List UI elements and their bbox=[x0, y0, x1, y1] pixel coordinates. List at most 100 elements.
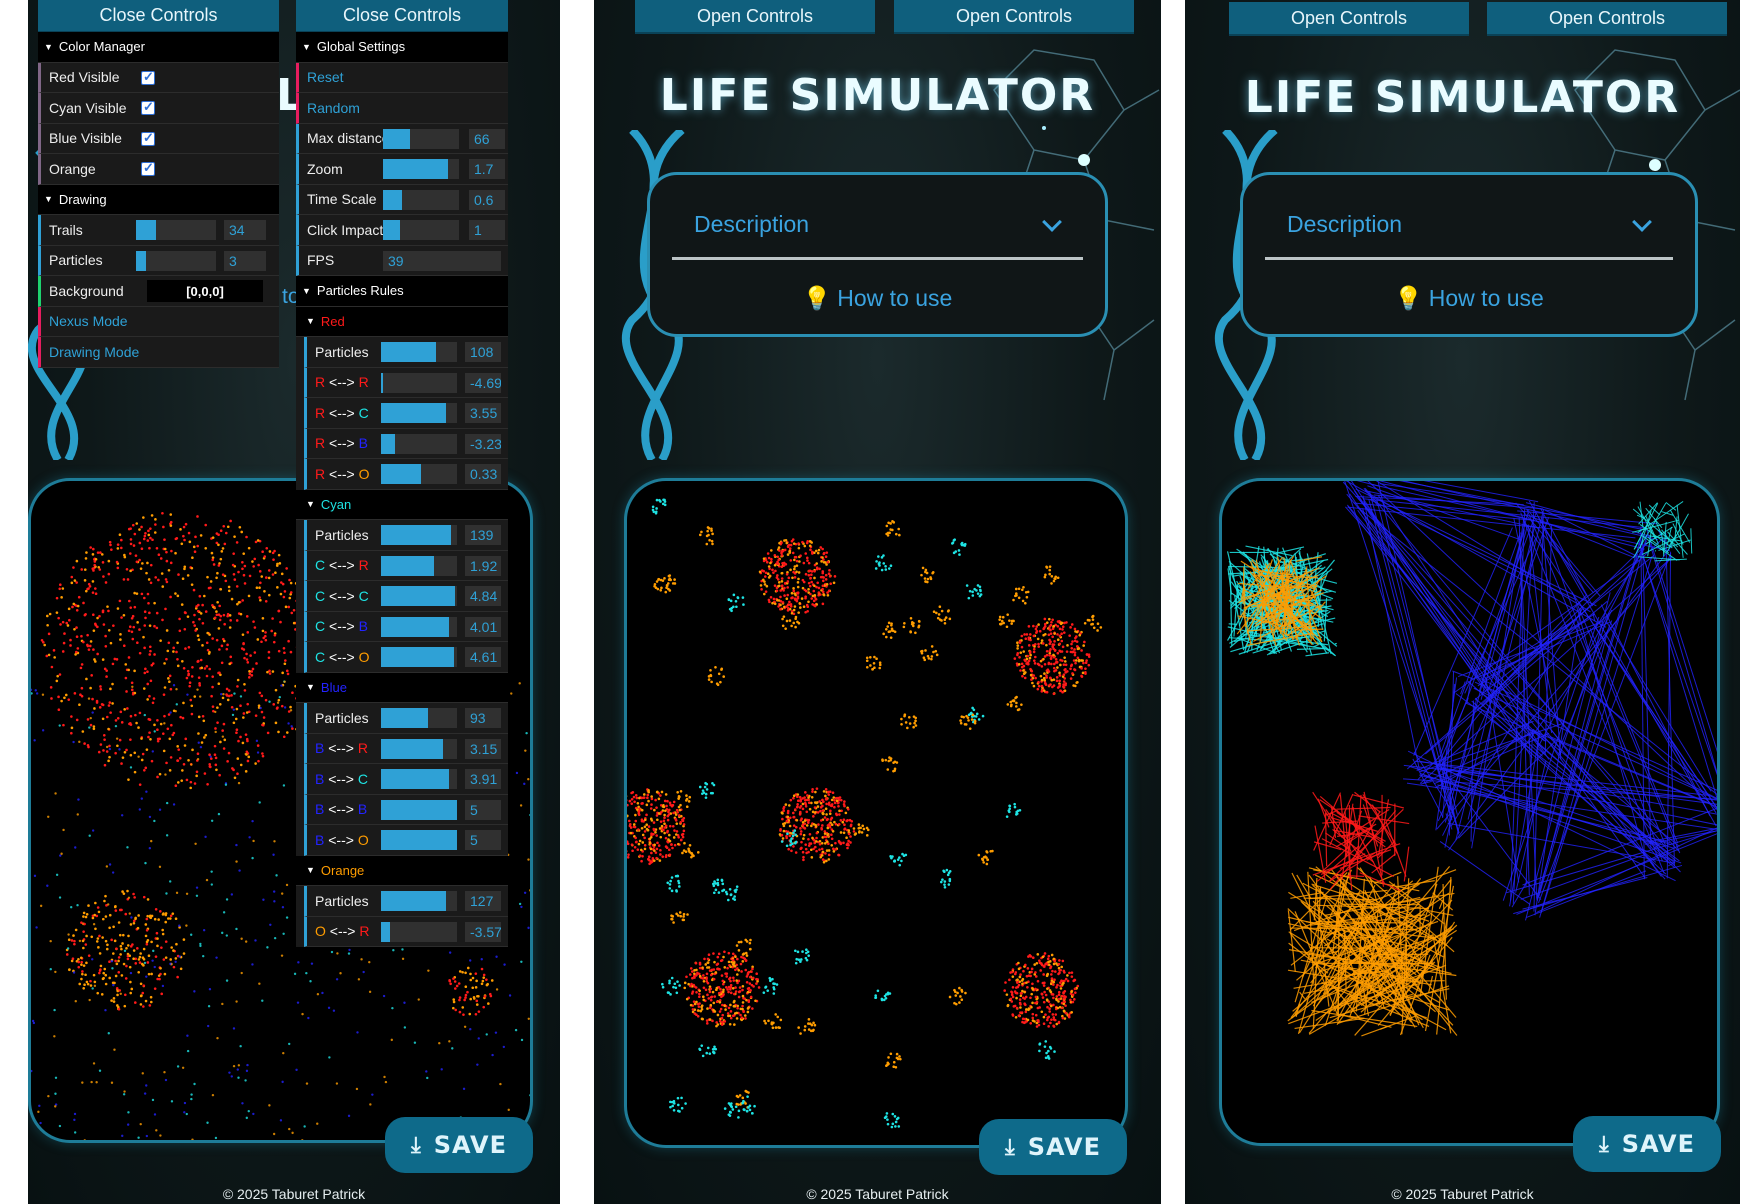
folder-color-manager[interactable]: ▼ Color Manager bbox=[38, 32, 279, 63]
checkbox-row-red[interactable]: Red Visible bbox=[38, 62, 279, 93]
red-visible-checkbox[interactable] bbox=[141, 69, 155, 85]
orange-visible-checkbox[interactable] bbox=[141, 160, 155, 176]
rule-slider[interactable] bbox=[381, 525, 457, 545]
color-row-background[interactable]: Background [0,0,0] bbox=[38, 276, 279, 307]
folder-rules-group[interactable]: ▼ Blue bbox=[296, 672, 508, 703]
description-toggle[interactable]: Description bbox=[1287, 211, 1402, 238]
simulation-canvas[interactable] bbox=[1219, 478, 1720, 1146]
rule-slider[interactable] bbox=[381, 403, 457, 423]
global-slider[interactable] bbox=[383, 159, 459, 179]
drawing-mode-button[interactable]: Drawing Mode bbox=[38, 337, 279, 368]
rule-slider[interactable] bbox=[381, 708, 457, 728]
rule-slider[interactable] bbox=[381, 799, 457, 820]
rule-row[interactable]: R <--> O 0.33 bbox=[304, 459, 508, 490]
slider-row[interactable]: Click Impact 1 bbox=[296, 215, 508, 246]
rule-value[interactable]: 1.92 bbox=[465, 555, 501, 576]
folder-rules-group[interactable]: ▼ Cyan bbox=[296, 489, 508, 520]
trails-value[interactable]: 34 bbox=[224, 220, 266, 240]
open-controls-button-left[interactable]: Open Controls bbox=[635, 0, 875, 34]
rule-value[interactable]: 3.15 bbox=[465, 738, 501, 759]
folder-global-settings[interactable]: ▼ Global Settings bbox=[296, 32, 508, 63]
particles-slider[interactable] bbox=[136, 250, 216, 271]
rule-value[interactable]: 0.33 bbox=[465, 464, 501, 484]
particles-render[interactable] bbox=[627, 481, 1125, 1145]
simulation-canvas[interactable] bbox=[624, 478, 1128, 1148]
blue-visible-checkbox[interactable] bbox=[141, 130, 155, 146]
rule-value[interactable]: -3.23 bbox=[465, 433, 501, 454]
rule-value[interactable]: 108 bbox=[465, 342, 501, 362]
reset-button[interactable]: Reset bbox=[296, 62, 508, 93]
rule-value[interactable]: 5 bbox=[465, 799, 501, 820]
rule-value[interactable]: -3.57 bbox=[465, 921, 501, 942]
rule-value[interactable]: 93 bbox=[465, 708, 501, 728]
slider-value[interactable]: 1.7 bbox=[469, 159, 505, 179]
folder-rules-group[interactable]: ▼ Red bbox=[296, 306, 508, 337]
trails-slider[interactable] bbox=[136, 220, 216, 240]
close-controls-button[interactable]: Close Controls bbox=[296, 0, 508, 32]
chevron-down-icon[interactable] bbox=[1042, 212, 1062, 232]
how-to-use-link[interactable]: 💡 How to use bbox=[1243, 285, 1695, 312]
save-button[interactable]: ⤓ SAVE bbox=[979, 1119, 1127, 1175]
checkbox-row-orange[interactable]: Orange bbox=[38, 154, 279, 185]
slider-row[interactable]: Zoom 1.7 bbox=[296, 154, 508, 185]
checkbox-row-blue[interactable]: Blue Visible bbox=[38, 123, 279, 154]
slider-row[interactable]: Max distance 66 bbox=[296, 123, 508, 154]
open-controls-button-right[interactable]: Open Controls bbox=[894, 0, 1134, 34]
cyan-visible-checkbox[interactable] bbox=[141, 99, 155, 115]
open-controls-button-right[interactable]: Open Controls bbox=[1487, 2, 1727, 36]
rule-row[interactable]: C <--> R 1.92 bbox=[304, 550, 508, 581]
slider-row-particles[interactable]: Particles 3 bbox=[38, 245, 279, 276]
slider-row[interactable]: Time Scale 0.6 bbox=[296, 184, 508, 215]
rule-slider[interactable] bbox=[381, 372, 457, 393]
rule-row[interactable]: Particles 139 bbox=[304, 520, 508, 551]
rule-value[interactable]: -4.69 bbox=[465, 372, 501, 393]
rule-slider[interactable] bbox=[381, 647, 457, 667]
background-color-input[interactable]: [0,0,0] bbox=[147, 280, 263, 302]
rule-slider[interactable] bbox=[381, 586, 457, 606]
description-toggle[interactable]: Description bbox=[694, 211, 809, 238]
rule-row[interactable]: B <--> O 5 bbox=[304, 825, 508, 856]
rule-slider[interactable] bbox=[381, 555, 457, 576]
rule-value[interactable]: 4.84 bbox=[465, 586, 501, 606]
rule-row[interactable]: C <--> O 4.61 bbox=[304, 642, 508, 673]
rule-value[interactable]: 139 bbox=[465, 525, 501, 545]
rule-slider[interactable] bbox=[381, 921, 457, 942]
rule-value[interactable]: 4.61 bbox=[465, 647, 501, 667]
particles-value[interactable]: 3 bbox=[224, 250, 266, 271]
nexus-mode-button[interactable]: Nexus Mode bbox=[38, 306, 279, 337]
how-to-use-link[interactable]: 💡 How to use bbox=[650, 285, 1105, 312]
close-controls-button[interactable]: Close Controls bbox=[38, 0, 279, 32]
slider-value[interactable]: 1 bbox=[469, 220, 505, 240]
rule-slider[interactable] bbox=[381, 616, 457, 637]
rule-slider[interactable] bbox=[381, 830, 457, 850]
save-button[interactable]: ⤓ SAVE bbox=[385, 1117, 533, 1173]
rule-row[interactable]: Particles 108 bbox=[304, 337, 508, 368]
rule-row[interactable]: R <--> B -3.23 bbox=[304, 428, 508, 459]
rule-row[interactable]: O <--> R -3.57 bbox=[304, 916, 508, 947]
slider-value[interactable]: 66 bbox=[469, 128, 505, 149]
rule-row[interactable]: Particles 93 bbox=[304, 703, 508, 734]
rule-row[interactable]: Particles 127 bbox=[304, 886, 508, 917]
rule-row[interactable]: B <--> R 3.15 bbox=[304, 733, 508, 764]
rule-row[interactable]: B <--> C 3.91 bbox=[304, 764, 508, 795]
rule-row[interactable]: B <--> B 5 bbox=[304, 794, 508, 825]
rule-row[interactable]: R <--> R -4.69 bbox=[304, 367, 508, 398]
slider-value[interactable]: 0.6 bbox=[469, 189, 505, 210]
rule-slider[interactable] bbox=[381, 891, 457, 911]
folder-drawing[interactable]: ▼ Drawing bbox=[38, 184, 279, 215]
global-slider[interactable] bbox=[383, 220, 459, 240]
open-controls-button-left[interactable]: Open Controls bbox=[1229, 2, 1469, 36]
chevron-down-icon[interactable] bbox=[1632, 212, 1652, 232]
random-button[interactable]: Random bbox=[296, 93, 508, 124]
rule-slider[interactable] bbox=[381, 738, 457, 759]
rule-value[interactable]: 127 bbox=[465, 891, 501, 911]
global-slider[interactable] bbox=[383, 189, 459, 210]
folder-particles-rules[interactable]: ▼ Particles Rules bbox=[296, 276, 508, 307]
rule-row[interactable]: C <--> C 4.84 bbox=[304, 581, 508, 612]
rule-slider[interactable] bbox=[381, 769, 457, 789]
rule-slider[interactable] bbox=[381, 433, 457, 454]
rule-row[interactable]: R <--> C 3.55 bbox=[304, 398, 508, 429]
rule-value[interactable]: 3.91 bbox=[465, 769, 501, 789]
slider-row-trails[interactable]: Trails 34 bbox=[38, 215, 279, 246]
rule-value[interactable]: 4.01 bbox=[465, 616, 501, 637]
